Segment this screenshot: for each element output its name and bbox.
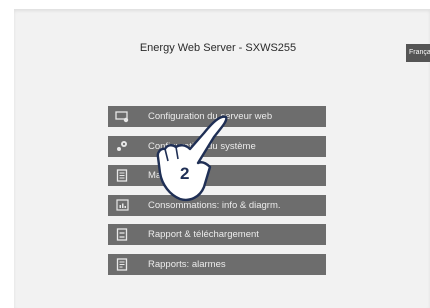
gears-icon xyxy=(108,136,136,157)
menu-item-label: Maintenance xyxy=(148,170,203,181)
menu-item-label: Consommations: info & diagrm. xyxy=(148,199,281,211)
menu-item-label: Rapports: alarmes xyxy=(148,258,226,270)
menu-item-label: Configuration du système xyxy=(148,140,256,152)
language-selector[interactable]: Français xyxy=(406,44,430,62)
document-stack-icon xyxy=(108,165,136,186)
main-menu: Configuration du serveur web Configurati… xyxy=(108,106,326,283)
menu-item-alarm-reports[interactable]: Rapports: alarmes xyxy=(108,253,326,275)
menu-item-consumption[interactable]: Consommations: info & diagrm. xyxy=(108,194,326,216)
report-download-icon xyxy=(108,224,136,245)
menu-item-label: Rapport & téléchargement xyxy=(148,229,259,240)
chart-icon xyxy=(108,195,136,216)
menu-item-label: Configuration du serveur web xyxy=(148,111,273,122)
menu-item-report-download[interactable]: Rapport & téléchargement xyxy=(108,224,326,245)
menu-item-web-server-config[interactable]: Configuration du serveur web xyxy=(108,106,326,127)
menu-item-maintenance[interactable]: Maintenance xyxy=(108,165,326,186)
menu-item-system-config[interactable]: Configuration du système xyxy=(108,135,326,157)
page-title: Energy Web Server - SXWS255 xyxy=(139,42,297,54)
alarm-report-icon xyxy=(108,254,136,275)
screen-settings-icon xyxy=(108,106,136,127)
